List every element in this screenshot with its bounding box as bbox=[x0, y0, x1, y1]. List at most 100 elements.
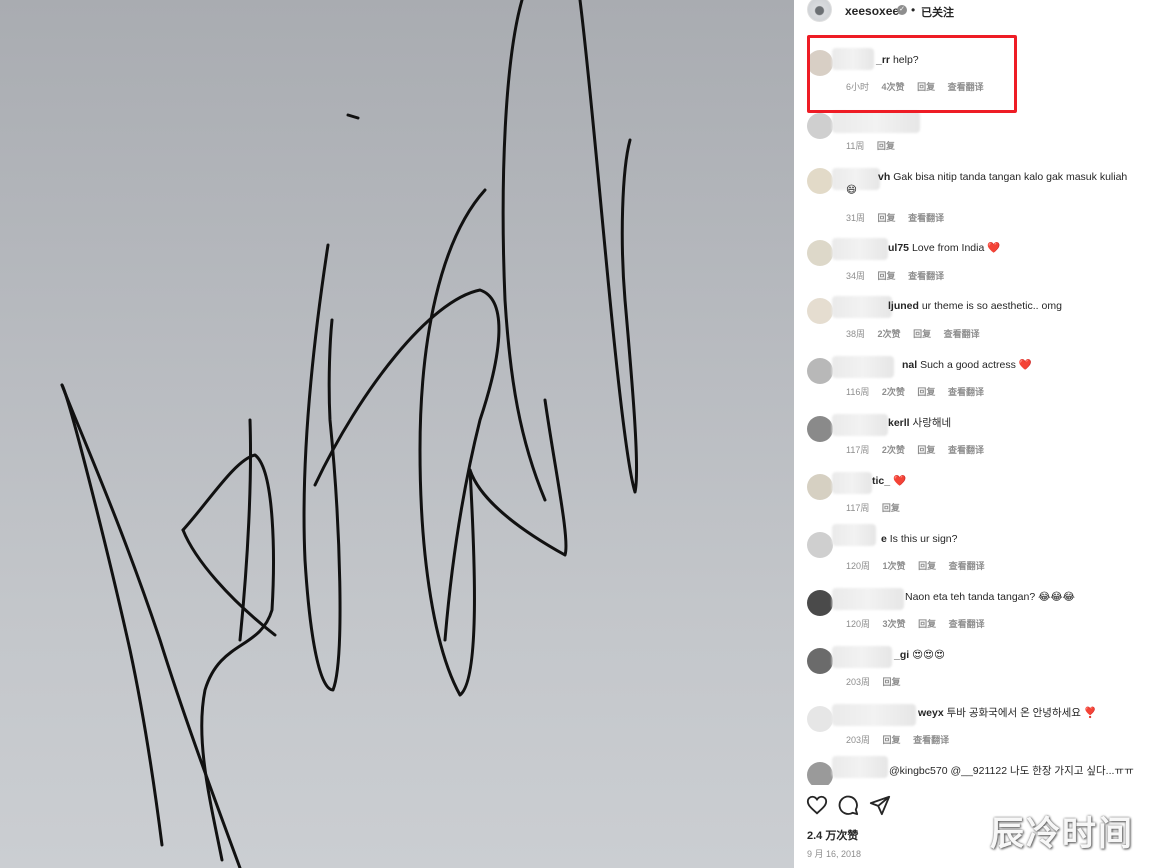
comment-likes[interactable]: 2次赞 bbox=[882, 387, 905, 397]
share-icon[interactable] bbox=[869, 794, 891, 816]
comment-time: 11周 bbox=[846, 141, 865, 151]
username-fragment[interactable]: ul75 bbox=[888, 242, 909, 254]
avatar[interactable] bbox=[807, 168, 833, 194]
avatar[interactable] bbox=[807, 240, 833, 266]
comment-meta: 120周 1次赞 回复 查看翻译 bbox=[846, 559, 995, 572]
comment-item: kerll 사랑해네 117周 2次赞 回复 查看翻译 bbox=[794, 414, 1156, 458]
comment-meta: 203周 回复 查看翻译 bbox=[846, 733, 959, 746]
username-fragment[interactable]: vh bbox=[878, 171, 890, 183]
comment-likes[interactable]: 1次赞 bbox=[883, 561, 906, 571]
reply-button[interactable]: 回复 bbox=[878, 271, 896, 281]
comment-item: ul75 Love from India ❤️ 34周 回复 查看翻译 bbox=[794, 238, 1156, 284]
reply-button[interactable]: 回复 bbox=[877, 141, 895, 151]
heart-emoji: ❤️ bbox=[987, 242, 1001, 254]
comment-time: 120周 bbox=[846, 561, 871, 571]
blurred-username bbox=[832, 524, 876, 546]
comment-time: 116周 bbox=[846, 387, 870, 397]
username-fragment[interactable]: tic_ bbox=[872, 475, 890, 487]
heart-emoji: ❤️ bbox=[1018, 359, 1032, 371]
comment-likes[interactable]: 2次赞 bbox=[878, 329, 901, 339]
reply-button[interactable]: 回复 bbox=[913, 329, 931, 339]
chevron-right-icon[interactable] bbox=[1124, 402, 1156, 462]
avatar[interactable] bbox=[807, 532, 833, 558]
comment-text: @kingbc570 @__921122 나도 한장 가지고 싶다...ㅠㅠ bbox=[889, 765, 1150, 778]
comment-item: ljuned ur theme is so aesthetic.. omg 38… bbox=[794, 296, 1156, 342]
comment-text: weyx 투바 공화국에서 온 안녕하세요 ❣️ bbox=[918, 707, 1150, 720]
comment-text: ul75 Love from India ❤️ bbox=[888, 242, 1150, 255]
avatar[interactable] bbox=[807, 762, 833, 785]
comment-time: 120周 bbox=[846, 619, 871, 629]
reply-button[interactable]: 回复 bbox=[917, 445, 935, 455]
blurred-username bbox=[832, 756, 888, 778]
translate-button[interactable]: 查看翻译 bbox=[949, 619, 985, 629]
comment-item: vh Gak bisa nitip tanda tangan kalo gak … bbox=[794, 168, 1156, 226]
username-fragment[interactable]: kerll bbox=[888, 417, 910, 429]
comment-item: e Is this ur sign? 120周 1次赞 回复 查看翻译 bbox=[794, 524, 1156, 574]
avatar[interactable] bbox=[807, 113, 833, 139]
comment-body: ur theme is so aesthetic.. omg bbox=[921, 300, 1062, 312]
comment-text: Naon eta teh tanda tangan? 😂😂😂 bbox=[905, 591, 1150, 604]
comment-meta: 31周 回复 查看翻译 bbox=[846, 211, 954, 224]
translate-button[interactable]: 查看翻译 bbox=[908, 271, 944, 281]
reply-button[interactable]: 回复 bbox=[918, 561, 936, 571]
translate-button[interactable]: 查看翻译 bbox=[908, 213, 944, 223]
comment-emoji: 😄 bbox=[846, 184, 857, 196]
comment-item: nal Such a good actress ❤️ 116周 2次赞 回复 查… bbox=[794, 356, 1156, 400]
username-fragment[interactable]: ljuned bbox=[888, 300, 919, 312]
reply-button[interactable]: 回复 bbox=[883, 677, 901, 687]
avatar[interactable] bbox=[807, 648, 833, 674]
comment-item: weyx 투바 공화국에서 온 안녕하세요 ❣️ 203周 回复 查看翻译 bbox=[794, 704, 1156, 748]
comment-body: Naon eta teh tanda tangan? 😂😂😂 bbox=[905, 591, 1075, 603]
reply-button[interactable]: 回复 bbox=[883, 735, 901, 745]
reply-button[interactable]: 回复 bbox=[917, 387, 935, 397]
translate-button[interactable]: 查看翻译 bbox=[913, 735, 949, 745]
avatar[interactable] bbox=[807, 706, 833, 732]
comment-time: 203周 bbox=[846, 735, 871, 745]
heart-exclamation-emoji: ❣️ bbox=[1083, 707, 1097, 719]
comment-icon[interactable] bbox=[837, 794, 859, 816]
blurred-username bbox=[832, 646, 892, 668]
blurred-username bbox=[832, 296, 892, 318]
comments-list[interactable]: _rr help? 6小时 4次赞 回复 查看翻译 11周 回复 vh Gak … bbox=[794, 0, 1156, 785]
comment-likes[interactable]: 2次赞 bbox=[882, 445, 905, 455]
avatar[interactable] bbox=[807, 358, 833, 384]
avatar[interactable] bbox=[807, 298, 833, 324]
comment-body: 투바 공화국에서 온 안녕하세요 bbox=[946, 707, 1081, 719]
comment-meta: 116周 2次赞 回复 查看翻译 bbox=[846, 385, 994, 398]
avatar[interactable] bbox=[807, 590, 833, 616]
avatar[interactable] bbox=[807, 474, 833, 500]
translate-button[interactable]: 查看翻译 bbox=[948, 445, 984, 455]
comment-meta: 34周 回复 查看翻译 bbox=[846, 269, 954, 282]
avatar[interactable] bbox=[807, 416, 833, 442]
reply-button[interactable]: 回复 bbox=[918, 619, 936, 629]
comment-likes[interactable]: 3次赞 bbox=[883, 619, 906, 629]
blurred-username bbox=[832, 238, 888, 260]
translate-button[interactable]: 查看翻译 bbox=[949, 561, 985, 571]
heart-icon[interactable] bbox=[806, 794, 828, 816]
comment-text: kerll 사랑해네 bbox=[888, 417, 1150, 430]
username-fragment[interactable]: e bbox=[881, 533, 887, 545]
watermark-text: 辰冷时间 bbox=[990, 814, 1134, 854]
comment-meta: 117周 2次赞 回复 查看翻译 bbox=[846, 443, 994, 456]
translate-button[interactable]: 查看翻译 bbox=[944, 329, 980, 339]
comment-body: 사랑해네 bbox=[912, 417, 952, 429]
reply-button[interactable]: 回复 bbox=[878, 213, 896, 223]
blurred-username bbox=[832, 356, 894, 378]
translate-button[interactable]: 查看翻译 bbox=[948, 387, 984, 397]
comment-text: tic_ ❤️ bbox=[872, 475, 1150, 488]
comment-item: @kingbc570 @__921122 나도 한장 가지고 싶다...ㅠㅠ bbox=[794, 756, 1156, 785]
username-fragment[interactable]: _gi bbox=[894, 649, 909, 661]
comment-body: Love from India bbox=[911, 242, 985, 254]
reply-button[interactable]: 回复 bbox=[882, 503, 900, 513]
comment-item: _gi 😍😍😍 203周 回复 bbox=[794, 646, 1156, 690]
blurred-username bbox=[832, 704, 916, 726]
highlight-annotation bbox=[807, 35, 1017, 113]
comment-body: Such a good actress bbox=[920, 359, 1016, 371]
like-count[interactable]: 2.4 万次赞 bbox=[807, 827, 858, 843]
comment-item: 11周 回复 bbox=[794, 111, 1156, 153]
username-fragment[interactable]: nal bbox=[902, 359, 917, 371]
heart-emoji: ❤️ bbox=[893, 475, 907, 487]
username-fragment[interactable]: weyx bbox=[918, 707, 944, 719]
blurred-username bbox=[832, 414, 888, 436]
comment-time: 34周 bbox=[846, 271, 866, 281]
